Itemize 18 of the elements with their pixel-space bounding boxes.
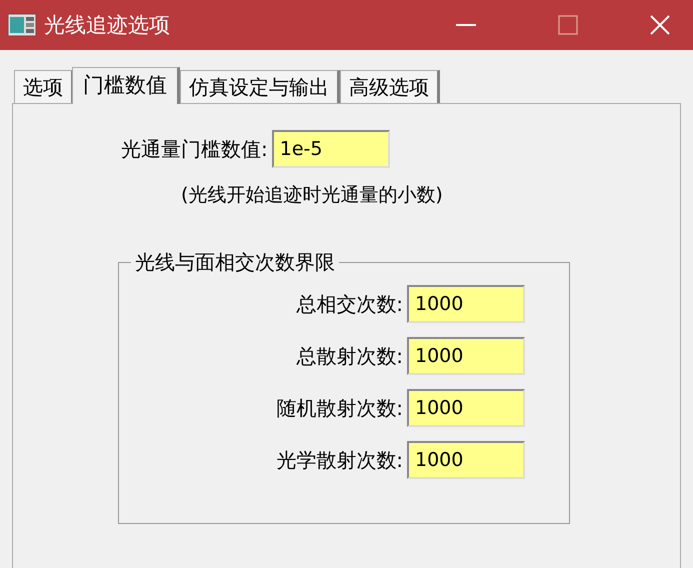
window-title: 光线追迹选项 [44, 12, 171, 39]
tab[interactable]: 门槛数值 [72, 67, 180, 104]
input-field[interactable]: 1000 [407, 389, 525, 427]
input-field[interactable]: 1000 [407, 285, 525, 323]
input-field[interactable]: 1000 [407, 441, 525, 479]
input-field[interactable]: 1e-5 [272, 130, 390, 168]
hint-text: (光线开始追迹时光通量的小数) [181, 183, 444, 208]
field-label: 光学散射次数: [276, 446, 403, 474]
field-label: 总散射次数: [296, 342, 403, 370]
tab[interactable]: 选项 [14, 70, 74, 103]
tab[interactable]: 仿真设定与输出 [180, 70, 340, 103]
tab[interactable]: 高级选项 [340, 70, 440, 103]
app-icon [8, 14, 36, 36]
close-icon[interactable] [650, 15, 670, 35]
field-label: 随机散射次数: [276, 394, 403, 422]
field-label: 总相交次数: [296, 290, 403, 318]
input-field[interactable]: 1000 [407, 337, 525, 375]
field-label: 光通量门槛数值: [121, 136, 268, 162]
